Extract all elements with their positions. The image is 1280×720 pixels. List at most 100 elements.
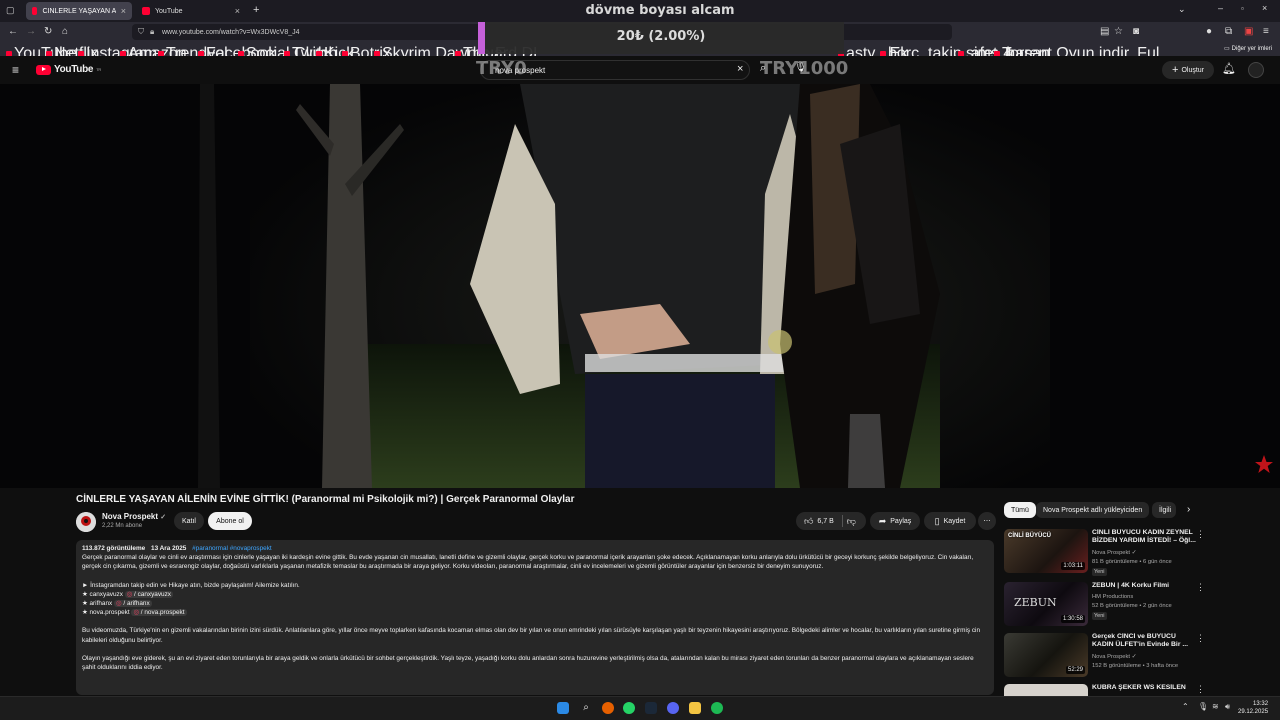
channel-name[interactable]: Nova Prospekt ✓ — [102, 512, 166, 521]
microphone-icon[interactable]: 🎙︎ — [1198, 702, 1208, 711]
video-thumbnail[interactable]: ZEBUN 1:30:58 — [1004, 582, 1088, 626]
like-icon[interactable]: 👍︎ — [804, 516, 813, 527]
steam-icon[interactable] — [645, 702, 657, 714]
verified-icon: ✓ — [1131, 550, 1137, 556]
file-explorer-icon[interactable] — [689, 702, 701, 714]
create-button[interactable]: + Oluştur — [1162, 61, 1214, 79]
chip-from-uploader[interactable]: Nova Prospekt adlı yükleyiciden — [1036, 502, 1150, 518]
other-bookmarks[interactable]: ▭ Diğer yer imleri — [1224, 45, 1273, 53]
tab-video[interactable]: CİNLERLE YAŞAYAN AİLENİN EV × — [26, 2, 132, 20]
tab-youtube[interactable]: YouTube × — [136, 2, 246, 20]
discord-icon[interactable] — [667, 702, 679, 714]
like-count[interactable]: 6,7 B — [817, 518, 833, 525]
other-bookmarks-label: Diğer yer imleri — [1231, 45, 1273, 52]
reader-view-icon[interactable]: ▤ — [1100, 26, 1109, 37]
share-button[interactable]: ➦ Paylaş — [870, 512, 920, 530]
bookmark-star-icon[interactable]: ☆ — [1114, 26, 1123, 37]
minimize-icon[interactable]: – — [1218, 3, 1223, 13]
notifications-bell-icon[interactable]: 🔔︎ — [1222, 62, 1236, 75]
instagram-link[interactable]: ◎ / arifhanx — [114, 600, 152, 608]
rec-meta: 81 B görüntüleme • 6 gün önce — [1092, 559, 1172, 565]
back-icon[interactable]: ← — [8, 26, 18, 37]
donation-amount: 20₺ (2.00%) — [616, 29, 706, 44]
tab-list-icon[interactable]: ▢ — [6, 5, 15, 16]
instagram-link[interactable]: ◎ / nova.prospekt — [131, 609, 187, 617]
search-icon[interactable]: ⌕ — [580, 702, 592, 714]
tab-label: YouTube — [155, 7, 183, 15]
chip-all[interactable]: Tümü — [1004, 502, 1036, 518]
hashtags[interactable]: #paranormal #novaprospekt — [192, 545, 272, 552]
taskbar — [0, 696, 1280, 720]
more-vertical-icon[interactable]: ⋮ — [1196, 529, 1205, 540]
avatar[interactable] — [1248, 62, 1264, 78]
home-icon[interactable]: ⌂ — [62, 26, 68, 37]
thumbnail-caption: CİNLİ BÜYÜCÜ — [1008, 533, 1051, 539]
volume-icon[interactable]: 🔊︎ — [1225, 702, 1230, 712]
handle-name: ★ nova.prospekt — [82, 609, 130, 617]
lock-icon[interactable]: 🔒︎ — [150, 27, 154, 37]
description-paragraph: Gerçek paranormal olaylar ve cinli ev ar… — [82, 554, 974, 571]
more-vertical-icon[interactable]: ⋮ — [1196, 684, 1204, 695]
recommended-video[interactable]: KÜBRA ŞEKER WS KESİLEN ⋮ — [1004, 684, 1204, 696]
more-vertical-icon[interactable]: ⋮ — [1196, 582, 1205, 593]
recommended-video[interactable]: ZEBUN 1:30:58 ZEBUN | 4K Korku Filmi HM … — [1004, 582, 1205, 630]
recommended-video[interactable]: CİNLİ BÜYÜCÜ 1:03:11 CİNLİ BÜYÜCÜ KADIN … — [1004, 529, 1205, 577]
video-thumbnail[interactable]: 52:29 — [1004, 633, 1088, 677]
handle-name: ★ canxyavuzx — [82, 590, 123, 598]
dislike-icon[interactable]: 👎︎ — [847, 516, 856, 527]
firefox-icon[interactable] — [602, 702, 614, 714]
account-icon[interactable]: ● — [1206, 26, 1212, 37]
rec-meta: 152 B görüntüleme • 3 hafta önce — [1092, 663, 1179, 669]
video-thumbnail[interactable]: CİNLİ BÜYÜCÜ 1:03:11 — [1004, 529, 1088, 573]
menu-icon[interactable]: ≡ — [1263, 26, 1269, 37]
channel-avatar[interactable] — [76, 512, 96, 532]
wifi-icon[interactable]: ≋ — [1212, 702, 1219, 711]
youtube-logo[interactable]: YouTube TR — [36, 64, 101, 75]
spotify-icon[interactable] — [711, 702, 723, 714]
maximize-icon[interactable]: ▫ — [1241, 4, 1244, 13]
save-button[interactable]: ▯ Kaydet — [924, 512, 976, 530]
bookmark-icon: ▯ — [934, 515, 940, 526]
video-thumbnail[interactable] — [1004, 684, 1088, 696]
subscribe-button[interactable]: Abone ol — [208, 512, 252, 530]
description-box[interactable]: 113.872 görüntüleme 13 Ara 2025 #paranor… — [76, 540, 994, 695]
shield-icon[interactable]: ⛉ — [138, 27, 144, 37]
tray-chevron-icon[interactable]: ⌃ — [1182, 702, 1189, 711]
verified-icon: ✓ — [1131, 654, 1137, 660]
camera-icon[interactable]: ◙ — [1133, 26, 1139, 37]
reload-icon[interactable]: ↻ — [44, 26, 52, 37]
rec-channel-text: HM Productions — [1092, 594, 1134, 600]
more-actions-button[interactable]: ⋯ — [978, 512, 996, 530]
rec-title: CİNLİ BÜYÜCÜ KADIN ZEYNEL BİZDEN YARDIM … — [1092, 529, 1196, 545]
forward-icon[interactable]: → — [26, 26, 36, 37]
more-vertical-icon[interactable]: ⋮ — [1196, 633, 1205, 644]
thumbnail-caption: ZEBUN — [1014, 596, 1057, 609]
whatsapp-icon[interactable] — [623, 702, 635, 714]
url-text: www.youtube.com/watch?v=Wx3DWcV8_J4 — [162, 28, 300, 36]
extensions-icon[interactable]: ⧉ — [1225, 26, 1232, 37]
hamburger-menu-icon[interactable]: ≡ — [12, 63, 19, 77]
close-tab-icon[interactable]: × — [235, 6, 240, 16]
new-tab-icon[interactable]: + — [253, 4, 259, 16]
clock-time: 13:32 — [1253, 701, 1269, 707]
video-player[interactable] — [0, 84, 1280, 488]
chip-label: Nova Prospekt adlı yükleyiciden — [1043, 506, 1143, 514]
close-tab-icon[interactable]: × — [121, 6, 126, 16]
chevron-right-icon[interactable]: › — [1187, 504, 1190, 515]
clear-search-icon[interactable]: × — [737, 63, 743, 75]
create-label: Oluştur — [1181, 66, 1204, 74]
rec-title: ZEBUN | 4K Korku Filmi — [1092, 582, 1170, 589]
start-menu-icon[interactable] — [557, 702, 569, 714]
chevron-down-icon[interactable]: ⌄ — [1178, 4, 1186, 15]
addon-icon[interactable]: ▣ — [1244, 26, 1253, 37]
clock[interactable]: 13:32 29.12.2025 — [1238, 700, 1268, 716]
chip-related[interactable]: İlgili — [1152, 502, 1176, 518]
donation-message: dövme boyası alcam — [585, 3, 735, 18]
handle-link: / arifhanx — [123, 600, 150, 608]
instagram-link[interactable]: ◎ / canxyavuzx — [124, 590, 173, 598]
channel-watermark-icon[interactable] — [1254, 454, 1274, 474]
close-window-icon[interactable]: × — [1262, 3, 1267, 13]
rec-channel-text: Nova Prospekt — [1092, 550, 1131, 556]
join-button[interactable]: Katıl — [174, 512, 204, 530]
recommended-video[interactable]: 52:29 Gerçek CİNCİ ve BÜYÜCÜ KADIN ÜLFET… — [1004, 633, 1205, 681]
